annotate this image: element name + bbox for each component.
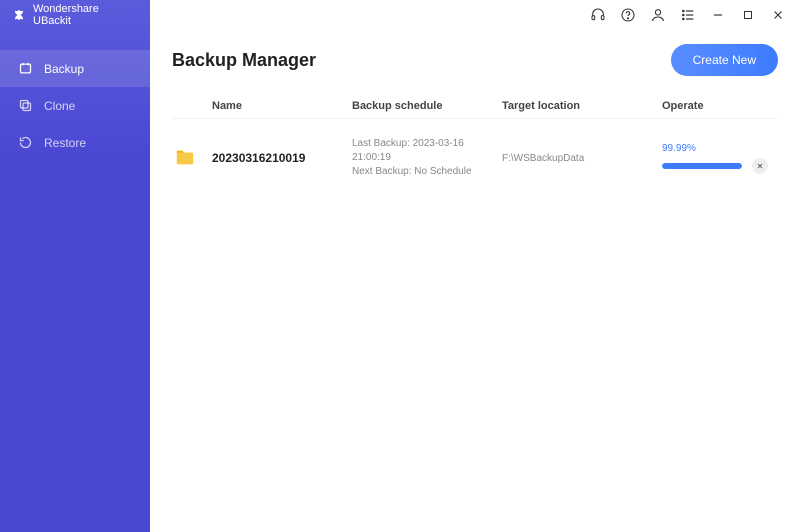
cancel-icon[interactable] [752, 158, 768, 174]
sidebar-item-backup[interactable]: Backup [0, 50, 150, 87]
butterfly-icon [12, 8, 26, 22]
progress-fill [662, 163, 742, 169]
col-target: Target location [502, 100, 662, 112]
page-title: Backup Manager [172, 50, 316, 71]
sidebar-item-label: Restore [44, 136, 86, 150]
maximize-icon[interactable] [740, 7, 756, 23]
help-icon[interactable] [620, 7, 636, 23]
titlebar [150, 0, 800, 30]
progress-percent: 99.99% [662, 143, 778, 154]
row-target: F:\WSBackupData [502, 153, 662, 164]
table-row[interactable]: 20230316210019 Last Backup: 2023-03-16 2… [172, 119, 778, 197]
minimize-icon[interactable] [710, 7, 726, 23]
headset-icon[interactable] [590, 7, 606, 23]
col-name: Name [212, 100, 352, 112]
last-backup-text: Last Backup: 2023-03-16 21:00:19 [352, 137, 502, 165]
close-icon[interactable] [770, 7, 786, 23]
sidebar-item-label: Clone [44, 99, 75, 113]
app-name: Wondershare UBackit [33, 3, 138, 27]
row-schedule: Last Backup: 2023-03-16 21:00:19 Next Ba… [352, 137, 502, 179]
restore-icon [18, 135, 33, 150]
row-name: 20230316210019 [212, 151, 352, 165]
sidebar-item-restore[interactable]: Restore [0, 124, 150, 161]
next-backup-text: Next Backup: No Schedule [352, 165, 502, 179]
progress-bar [662, 163, 742, 169]
backup-icon [18, 61, 33, 76]
create-new-button[interactable]: Create New [671, 44, 778, 76]
table-header: Name Backup schedule Target location Ope… [172, 94, 778, 119]
col-operate: Operate [662, 100, 778, 112]
main: Backup Manager Create New Name Backup sc… [150, 0, 800, 532]
menu-icon[interactable] [680, 7, 696, 23]
content: Backup Manager Create New Name Backup sc… [150, 30, 800, 532]
sidebar: Wondershare UBackit Backup Clone Restore [0, 0, 150, 532]
row-operate: 99.99% [662, 143, 778, 174]
app-logo-bar: Wondershare UBackit [0, 0, 150, 30]
sidebar-item-label: Backup [44, 62, 84, 76]
backup-table: Name Backup schedule Target location Ope… [172, 94, 778, 197]
folder-icon [172, 147, 198, 169]
sidebar-item-clone[interactable]: Clone [0, 87, 150, 124]
user-icon[interactable] [650, 7, 666, 23]
sidebar-nav: Backup Clone Restore [0, 30, 150, 161]
clone-icon [18, 98, 33, 113]
col-schedule: Backup schedule [352, 100, 502, 112]
page-header: Backup Manager Create New [172, 44, 778, 76]
